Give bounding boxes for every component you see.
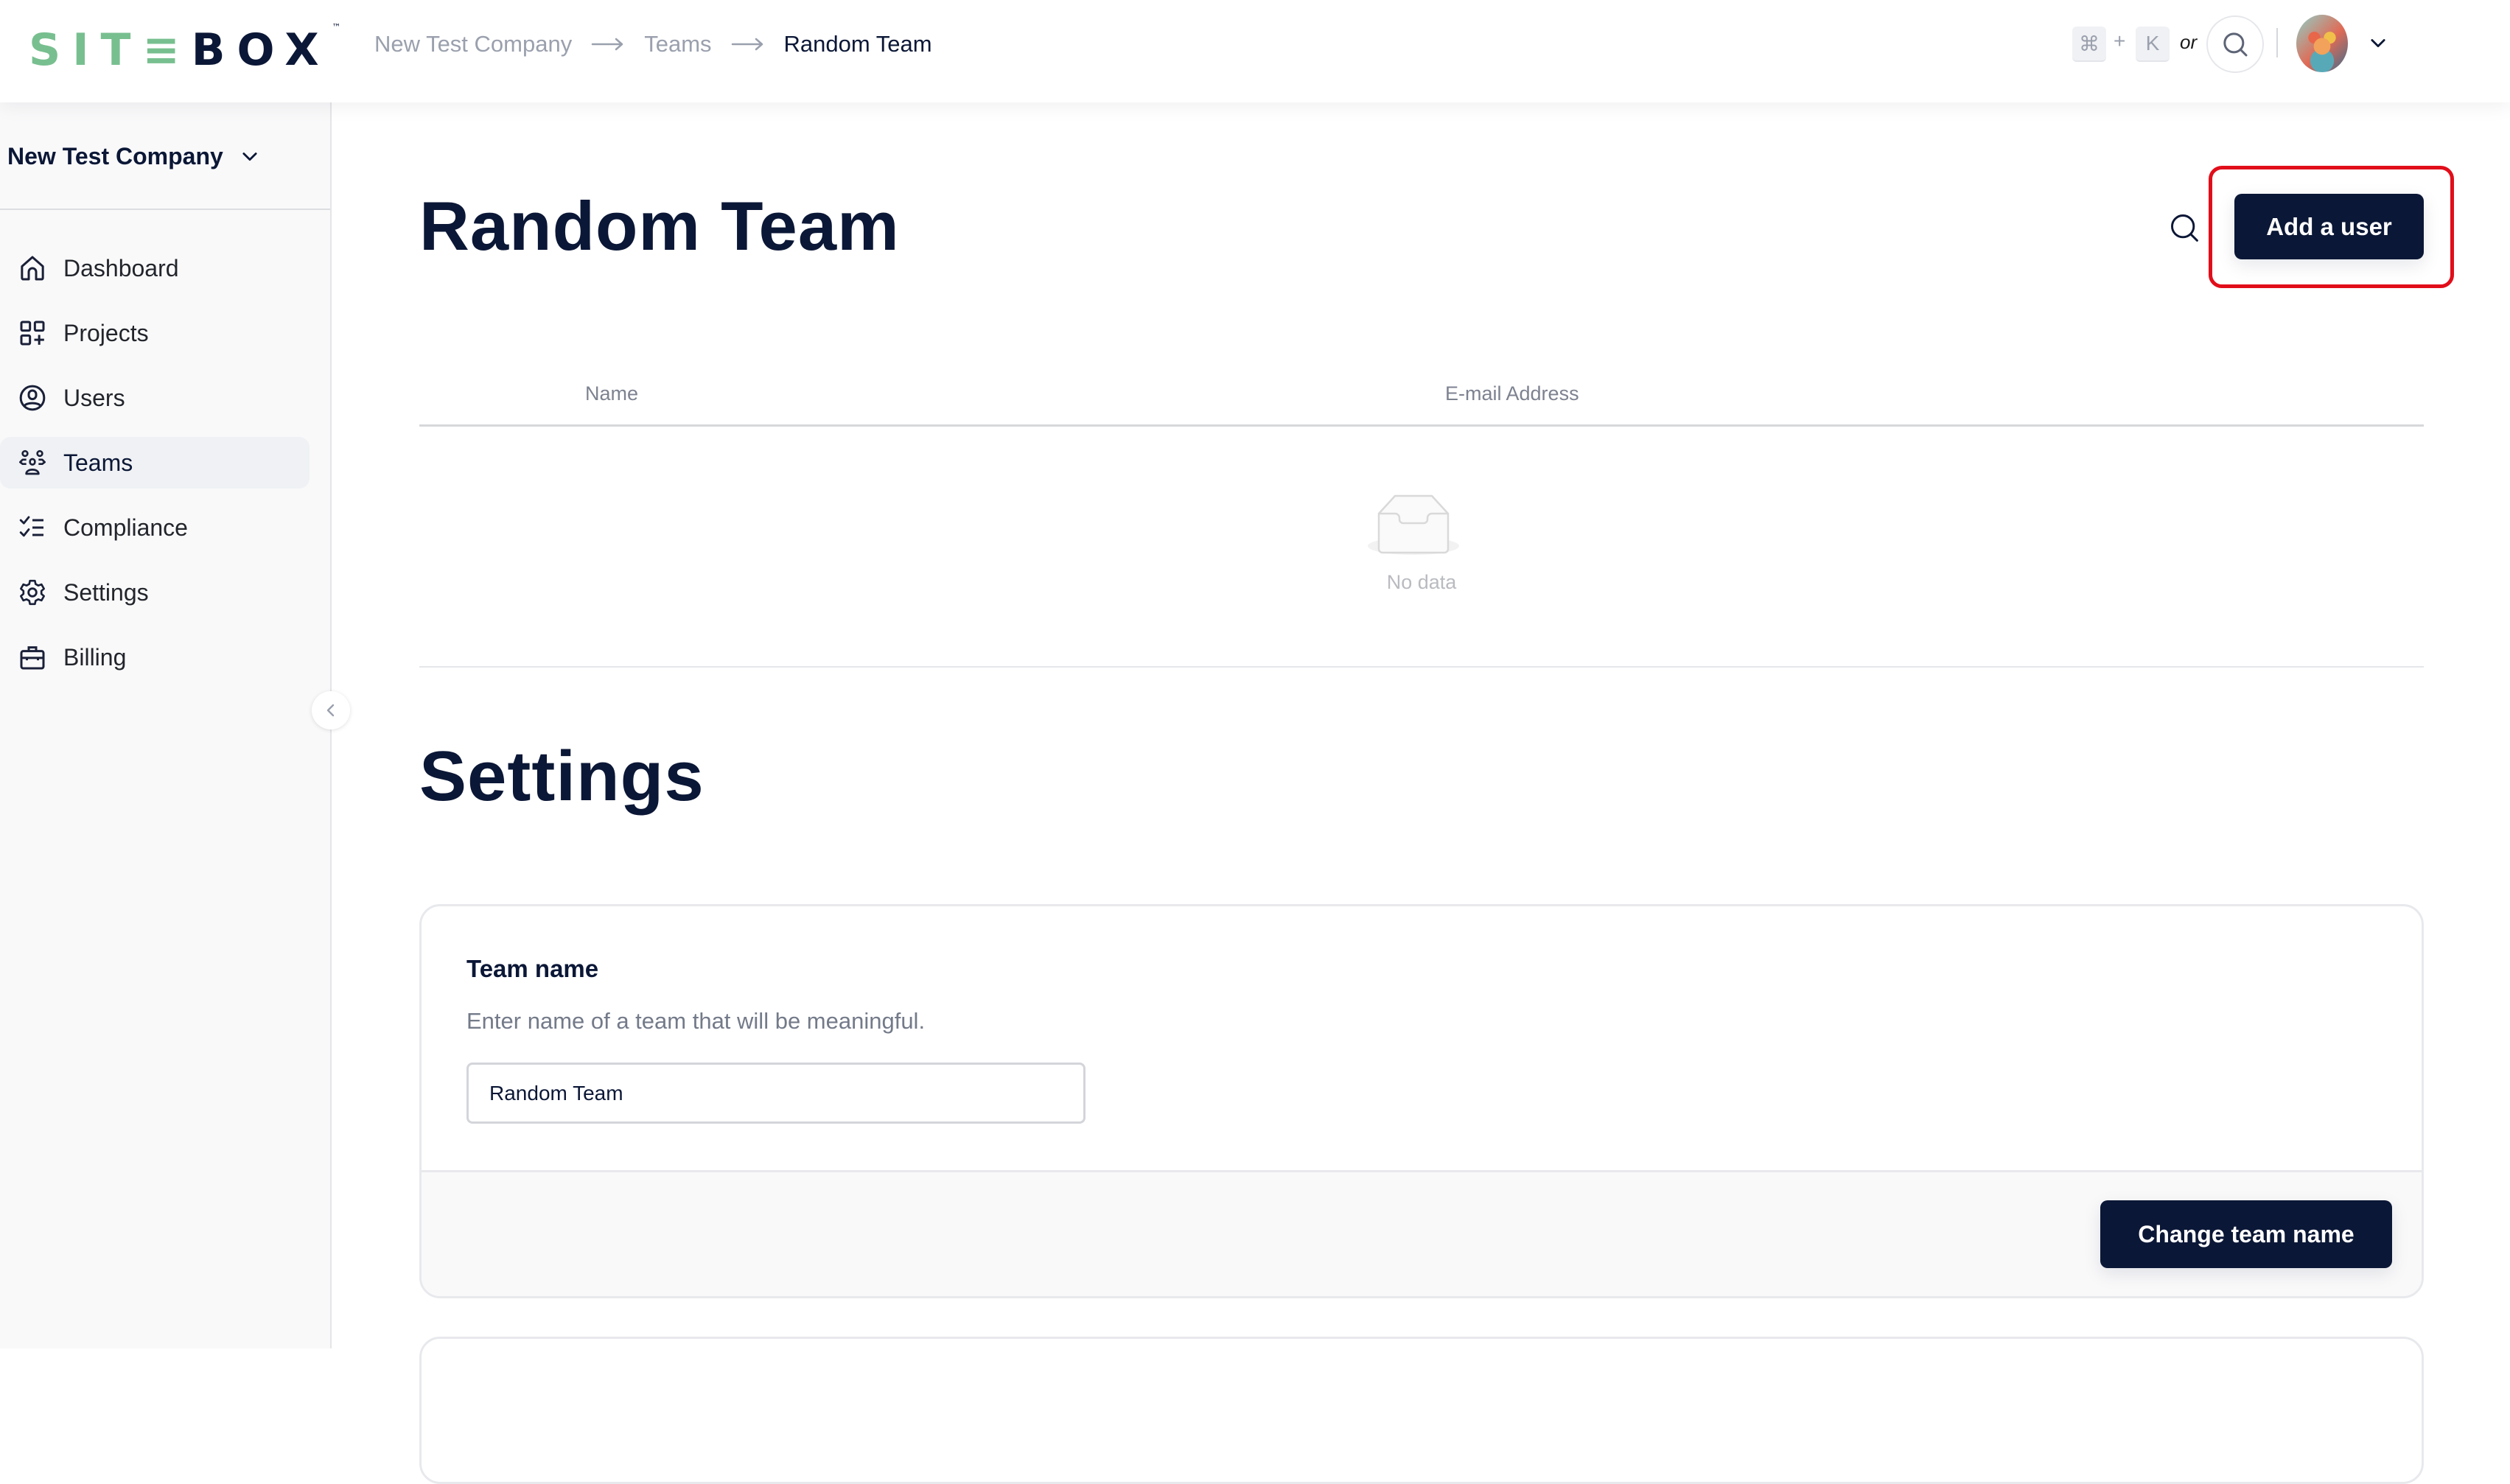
team-name-description: Enter name of a team that will be meanin… xyxy=(466,1008,925,1035)
sidebar-item-label: Dashboard xyxy=(63,255,179,282)
logo-text-mid: ≡ xyxy=(142,24,191,76)
sidebar-item-label: Compliance xyxy=(63,514,188,542)
sidebar-item-dashboard[interactable]: Dashboard xyxy=(0,242,310,294)
header-actions: ⌘ + K or xyxy=(2038,0,2510,102)
sidebar-divider xyxy=(0,209,330,210)
sidebar-item-label: Projects xyxy=(63,320,149,347)
logo-text-right: BOX xyxy=(192,24,331,76)
table-header: Name E-mail Address xyxy=(419,359,2424,427)
chevron-down-icon[interactable] xyxy=(2368,32,2388,53)
team-name-card-footer: Change team name xyxy=(422,1170,2422,1298)
sidebar: New Test Company Dashboard Projects User… xyxy=(0,102,332,1348)
sidebar-item-settings[interactable]: Settings xyxy=(0,567,310,618)
empty-state-text: No data xyxy=(419,571,2424,594)
home-icon xyxy=(18,253,47,283)
team-name-label: Team name xyxy=(466,955,598,983)
empty-state: No data xyxy=(419,427,2424,668)
command-key-hint: ⌘ xyxy=(2072,27,2106,62)
search-icon[interactable] xyxy=(2168,211,2200,244)
search-icon xyxy=(2220,29,2250,59)
breadcrumb-teams[interactable]: Teams xyxy=(644,31,711,57)
user-circle-icon xyxy=(18,383,47,413)
header-divider xyxy=(2276,28,2278,57)
chevron-down-icon xyxy=(240,146,260,167)
sidebar-item-users[interactable]: Users xyxy=(0,372,310,424)
column-header-email[interactable]: E-mail Address xyxy=(1445,382,1579,405)
global-search-button[interactable] xyxy=(2206,15,2264,73)
arrow-right-icon xyxy=(731,35,765,53)
chevron-left-icon xyxy=(322,701,340,719)
top-header: SIT≡BOX ™ New Test Company Teams Random … xyxy=(0,0,2510,102)
page-title: Random Team xyxy=(419,186,900,266)
breadcrumb: New Test Company Teams Random Team xyxy=(374,27,932,62)
avatar[interactable] xyxy=(2296,15,2348,72)
next-settings-card xyxy=(419,1337,2424,1484)
add-user-button[interactable]: Add a user xyxy=(2234,194,2424,259)
sidebar-item-label: Billing xyxy=(63,644,126,671)
logo-text-left: SIT xyxy=(29,24,142,76)
settings-heading: Settings xyxy=(419,736,705,817)
sidebar-collapse-button[interactable] xyxy=(312,691,350,729)
main-content: Random Team Add a user Name E-mail Addre… xyxy=(333,102,2510,1348)
team-name-card: Team name Enter name of a team that will… xyxy=(419,904,2424,1298)
sidebar-item-teams[interactable]: Teams xyxy=(0,437,310,489)
briefcase-icon xyxy=(18,643,47,672)
sidebar-item-label: Settings xyxy=(63,579,149,606)
checklist-icon xyxy=(18,513,47,542)
shortcut-or-label: or xyxy=(2180,31,2197,54)
company-switcher[interactable]: New Test Company xyxy=(7,139,260,173)
change-team-name-button[interactable]: Change team name xyxy=(2100,1200,2392,1268)
projects-grid-icon xyxy=(18,318,47,348)
breadcrumb-company[interactable]: New Test Company xyxy=(374,31,572,57)
sidebar-item-label: Users xyxy=(63,385,125,412)
gear-icon xyxy=(18,578,47,607)
company-name: New Test Company xyxy=(7,143,223,170)
arrow-right-icon xyxy=(591,35,625,53)
logo-trademark: ™ xyxy=(332,22,341,32)
team-users-table: Name E-mail Address No data xyxy=(419,359,2424,668)
k-key-hint: K xyxy=(2136,27,2170,62)
column-header-name[interactable]: Name xyxy=(585,382,638,405)
sidebar-item-billing[interactable]: Billing xyxy=(0,631,310,683)
team-icon xyxy=(18,448,47,477)
sidebar-item-compliance[interactable]: Compliance xyxy=(0,502,310,553)
sidebar-nav: Dashboard Projects Users Teams Complianc… xyxy=(0,242,330,696)
sitebox-logo[interactable]: SIT≡BOX ™ xyxy=(29,19,331,81)
empty-inbox-icon xyxy=(1366,487,1461,561)
sidebar-item-projects[interactable]: Projects xyxy=(0,307,310,359)
team-name-input[interactable] xyxy=(466,1063,1086,1124)
shortcut-plus: + xyxy=(2114,29,2125,53)
sidebar-item-label: Teams xyxy=(63,449,133,477)
breadcrumb-current: Random Team xyxy=(784,31,932,57)
